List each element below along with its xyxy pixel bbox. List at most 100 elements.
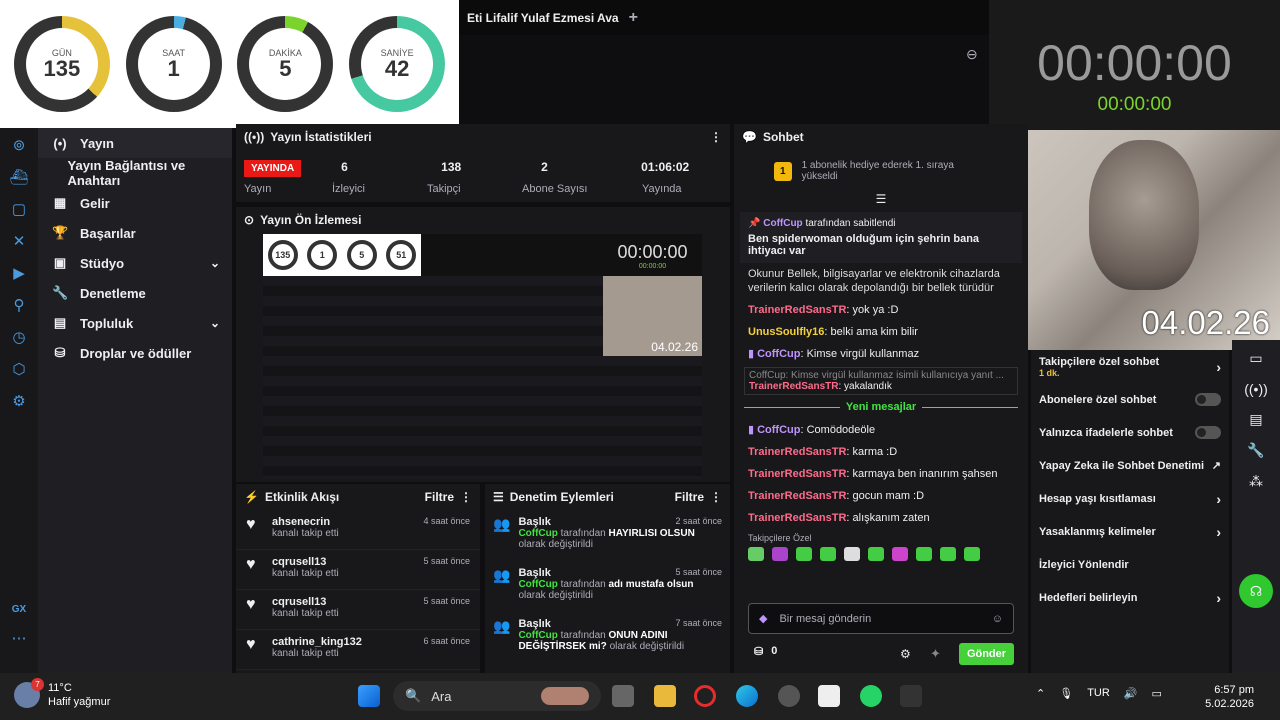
- emote-icon[interactable]: [844, 547, 860, 561]
- emote-icon[interactable]: [916, 547, 932, 561]
- chevron-down-icon[interactable]: ⌄: [210, 256, 220, 270]
- feed-filter-button[interactable]: Filtre: [425, 490, 454, 504]
- task-view-icon[interactable]: [612, 685, 634, 707]
- setting-item[interactable]: Yapay Zeka ile Sohbet Denetimi ↗: [1031, 449, 1229, 482]
- notion-icon[interactable]: [818, 685, 840, 707]
- new-tab-button[interactable]: +: [629, 9, 638, 27]
- preview-image[interactable]: 135 1 5 51 00:00:00 00:00:00 04.02.26: [263, 234, 702, 479]
- more-icon[interactable]: ⋮: [710, 130, 722, 144]
- feed-user[interactable]: cathrine_king132: [272, 636, 362, 648]
- ship-icon[interactable]: ⛴: [9, 168, 28, 186]
- feed-user[interactable]: cqrusell13: [272, 596, 339, 608]
- wrench-icon[interactable]: 🔧: [1247, 442, 1264, 459]
- external-link-icon[interactable]: ↗: [1212, 459, 1221, 472]
- nav-item[interactable]: Yayın Bağlantısı ve Anahtarı: [38, 158, 232, 188]
- app2-icon[interactable]: [900, 685, 922, 707]
- mic-icon[interactable]: 🎙: [1059, 687, 1073, 700]
- headset-button[interactable]: ☊: [1239, 574, 1273, 608]
- emote-icon[interactable]: [796, 547, 812, 561]
- file-explorer-icon[interactable]: [654, 685, 676, 707]
- broadcast-icon[interactable]: ((•)): [1244, 381, 1268, 397]
- setting-item[interactable]: Abonelere özel sohbet: [1031, 383, 1229, 416]
- browser-tab[interactable]: Eti Lifalif Yulaf Ezmesi Ava: [467, 11, 619, 25]
- more-icon[interactable]: ⋯: [12, 629, 27, 647]
- setting-item[interactable]: Hesap yaşı kısıtlaması ›: [1031, 482, 1229, 515]
- gift-icon[interactable]: ✦: [930, 646, 941, 662]
- feed-user[interactable]: ahsenecrin: [272, 516, 339, 528]
- emote-icon[interactable]: [868, 547, 884, 561]
- toggle-switch[interactable]: [1195, 393, 1221, 406]
- pinned-user[interactable]: CoffCup: [763, 218, 802, 229]
- emote-icon[interactable]: [820, 547, 836, 561]
- feed-item[interactable]: ♥ cathrine_king132 kanalı takip etti 6 saat…: [236, 630, 480, 670]
- mod-user[interactable]: CoffCup: [518, 630, 557, 641]
- gx-icon[interactable]: GX: [12, 604, 26, 615]
- chat-username[interactable]: TrainerRedSansTR: [748, 512, 846, 524]
- zoom-out-icon[interactable]: ⊖: [966, 46, 978, 63]
- chevron-right-icon[interactable]: ›: [1216, 359, 1221, 375]
- chat-username[interactable]: CoffCup: [757, 424, 800, 436]
- feed-item[interactable]: ♥ cqrusell13 kanalı takip etti 5 saat önce: [236, 590, 480, 630]
- history-icon[interactable]: ◷: [12, 328, 25, 346]
- nav-item[interactable]: ⛁ Droplar ve ödüller: [38, 338, 232, 368]
- emote-icon[interactable]: [940, 547, 956, 561]
- emote-icon[interactable]: [748, 547, 764, 561]
- chat-username[interactable]: TrainerRedSansTR: [748, 446, 846, 458]
- taskbar-search[interactable]: 🔍 Ara: [393, 681, 601, 711]
- setting-item[interactable]: Hedefleri belirleyin ›: [1031, 581, 1229, 614]
- nav-item[interactable]: 🔧 Denetleme: [38, 278, 232, 308]
- mod-user[interactable]: CoffCup: [518, 528, 557, 539]
- nav-item[interactable]: ▤ Topluluk ⌄: [38, 308, 232, 338]
- chat-username[interactable]: CoffCup: [757, 348, 800, 360]
- x-icon[interactable]: ✕: [13, 232, 26, 250]
- chat-input[interactable]: ◆ Bir mesaj gönderin ☺: [748, 603, 1014, 634]
- nav-item[interactable]: 🏆 Başarılar: [38, 218, 232, 248]
- edge-icon[interactable]: [736, 685, 758, 707]
- setting-item[interactable]: Yalnızca ifadelerle sohbet: [1031, 416, 1229, 449]
- nav-item[interactable]: ▦ Gelir: [38, 188, 232, 218]
- play-icon[interactable]: ▶: [13, 264, 25, 282]
- mod-user[interactable]: CoffCup: [518, 579, 557, 590]
- whatsapp-icon[interactable]: [860, 685, 882, 707]
- settings-icon[interactable]: ⚙: [12, 392, 25, 410]
- chat-username[interactable]: TrainerRedSansTR: [748, 490, 846, 502]
- language-indicator[interactable]: TUR: [1087, 687, 1110, 700]
- opera-gx-icon[interactable]: [694, 685, 716, 707]
- emote-icon[interactable]: [892, 547, 908, 561]
- nav-item[interactable]: ▣ Stüdyo ⌄: [38, 248, 232, 278]
- mod-filter-button[interactable]: Filtre: [675, 490, 704, 504]
- chevron-down-icon[interactable]: ⌄: [210, 316, 220, 330]
- setting-item[interactable]: Yasaklanmış kelimeler ›: [1031, 515, 1229, 548]
- chevron-right-icon[interactable]: ›: [1216, 590, 1221, 606]
- tray-up-icon[interactable]: ⌃: [1036, 687, 1045, 700]
- layout-icon[interactable]: ▤: [1249, 411, 1262, 428]
- send-button[interactable]: Gönder: [959, 643, 1014, 665]
- battery-icon[interactable]: ▭: [1152, 687, 1162, 700]
- channel-points[interactable]: ⛁ 0: [754, 645, 777, 658]
- chevron-right-icon[interactable]: ›: [1216, 524, 1221, 540]
- emoji-icon[interactable]: ☺: [992, 613, 1003, 625]
- reply-user[interactable]: TrainerRedSansTR: [749, 381, 838, 392]
- extension-icon[interactable]: ⬡: [12, 360, 25, 378]
- setting-item[interactable]: İzleyici Yönlendir: [1031, 548, 1229, 581]
- emote-icon[interactable]: [772, 547, 788, 561]
- volume-icon[interactable]: 🔊: [1124, 687, 1138, 700]
- feed-user[interactable]: cqrusell13: [272, 556, 339, 568]
- taskbar-clock[interactable]: 6:57 pm 5.02.2026: [1205, 683, 1254, 711]
- toggle-switch[interactable]: [1195, 426, 1221, 439]
- emote-icon[interactable]: [964, 547, 980, 561]
- controller-icon[interactable]: ⊚: [13, 136, 26, 154]
- pin-icon[interactable]: ⚲: [14, 296, 25, 314]
- chat-username[interactable]: TrainerRedSansTR: [748, 468, 846, 480]
- share-icon[interactable]: ⁂: [1249, 473, 1263, 490]
- chat-username[interactable]: UnusSoulfly16: [748, 326, 824, 338]
- nav-item[interactable]: (•) Yayın: [38, 128, 232, 158]
- more-icon[interactable]: ⋮: [710, 490, 722, 504]
- collapse-icon[interactable]: ☰: [734, 192, 1028, 206]
- setting-item[interactable]: Takipçilere özel sohbet 1 dk. ›: [1031, 350, 1229, 383]
- start-icon[interactable]: [358, 685, 380, 707]
- weather-widget[interactable]: 7 11°C Hafif yağmur: [14, 678, 110, 709]
- chat-settings-icon[interactable]: ⚙: [900, 647, 911, 661]
- feed-item[interactable]: ♥ cqrusell13 kanalı takip etti 5 saat önce: [236, 550, 480, 590]
- app-icon[interactable]: [778, 685, 800, 707]
